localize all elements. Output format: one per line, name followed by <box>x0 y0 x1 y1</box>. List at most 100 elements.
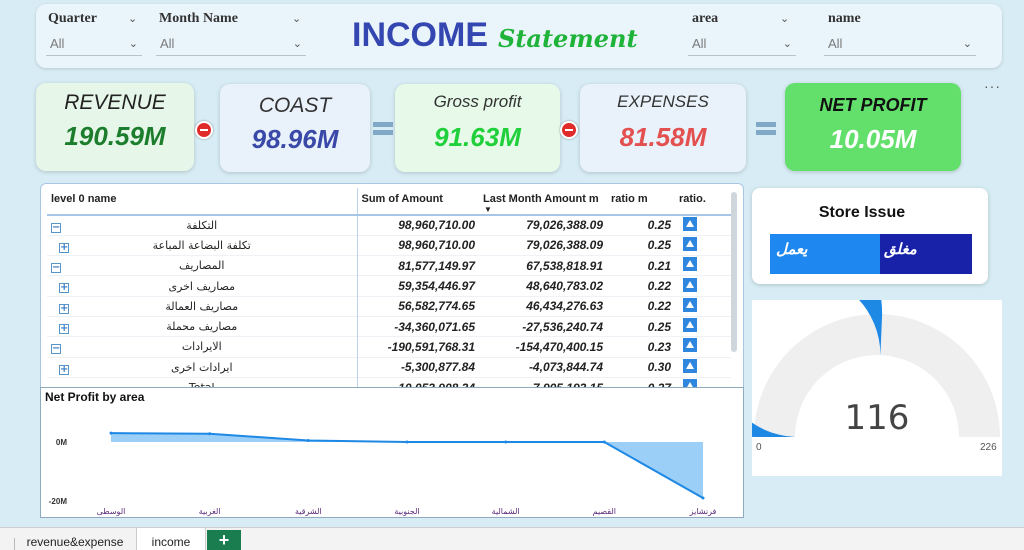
row-expander[interactable]: + <box>59 301 69 314</box>
up-arrow-icon <box>683 257 697 272</box>
coast-label: COAST <box>258 94 332 117</box>
name-filter-dropdown[interactable]: All ⌄ <box>824 34 976 56</box>
column-header[interactable]: ratio m <box>611 188 679 215</box>
table-row[interactable]: − التكلفة 98,960,710.00 79,026,388.09 0.… <box>47 214 731 236</box>
net-profit-card: NET PROFIT 10.05M <box>785 83 961 171</box>
row-name: المصاريف <box>179 259 225 273</box>
row-name: مصاريف العمالة <box>165 299 239 313</box>
name-filter-value: All <box>828 36 843 51</box>
sum-amount-cell: 81,577,149.97 <box>357 255 483 276</box>
quarter-filter-dropdown[interactable]: All ⌄ <box>46 34 142 56</box>
month-filter-label: Month Name <box>159 11 238 26</box>
table-row[interactable]: + ايرادات اخرى -5,300,877.84 -4,073,844.… <box>47 356 731 378</box>
ratio-indicator-cell <box>679 255 731 276</box>
row-name-cell: − الايرادات <box>47 336 358 358</box>
data-point[interactable] <box>405 440 409 444</box>
row-name-cell: + مصاريف محملة <box>47 315 358 337</box>
data-point[interactable] <box>109 431 113 435</box>
ratio-cell: 0.25 <box>611 315 679 337</box>
data-point[interactable] <box>306 439 310 443</box>
quarter-filter-label: Quarter <box>48 11 97 26</box>
data-point[interactable] <box>208 432 212 436</box>
row-expander[interactable]: − <box>51 341 61 355</box>
chevron-down-icon[interactable]: ⌄ <box>780 12 789 25</box>
table-row[interactable]: + مصاريف محملة -34,360,071.65 -27,536,24… <box>47 315 731 337</box>
y-tick-label: -20M <box>49 497 68 506</box>
equals-icon <box>373 122 393 136</box>
gross-profit-card: Gross profit 91.63M <box>395 84 560 172</box>
area-filter-dropdown[interactable]: All ⌄ <box>688 34 796 56</box>
page-title: INCOME <box>352 16 488 54</box>
month-filter-value: All <box>160 36 175 51</box>
data-point[interactable] <box>701 496 705 500</box>
row-name: التكلفة <box>186 218 218 232</box>
tab-income[interactable]: income <box>136 528 206 550</box>
last-month-cell: -4,073,844.74 <box>483 356 611 378</box>
column-header[interactable]: Sum of Amount <box>357 188 483 215</box>
coast-value: 98.96M <box>251 124 339 154</box>
expand-icon[interactable]: + <box>59 323 69 334</box>
row-name: الايرادات <box>181 340 222 354</box>
net-profit-area-chart: Net Profit by area 0M -20M الوسطى الغربية ال… <box>40 387 744 518</box>
tab-revenue-expense[interactable]: revenue&expense <box>20 528 130 550</box>
row-expander[interactable]: + <box>59 240 69 253</box>
row-name-cell: − المصاريف <box>47 255 358 276</box>
collapse-icon[interactable]: − <box>51 223 61 233</box>
table-scrollbar[interactable] <box>731 192 737 352</box>
row-name-cell: + تكلفة البضاعة المباعة <box>47 234 358 256</box>
y-tick-label: 0M <box>56 438 67 447</box>
expand-icon[interactable]: + <box>59 364 69 375</box>
expand-icon[interactable]: + <box>59 242 69 253</box>
sum-amount-cell: 56,582,774.65 <box>357 295 483 317</box>
expand-icon[interactable]: + <box>59 283 69 294</box>
row-expander[interactable]: − <box>51 260 61 274</box>
table-row[interactable]: − المصاريف 81,577,149.97 67,538,818.91 0… <box>47 255 731 276</box>
expenses-label: EXPENSES <box>617 92 709 111</box>
data-point[interactable] <box>602 440 606 444</box>
table-row[interactable]: + مصاريف العمالة 56,582,774.65 46,434,27… <box>47 295 731 317</box>
expand-icon[interactable]: + <box>59 303 69 314</box>
revenue-card: REVENUE 190.59M <box>36 83 194 171</box>
month-filter-dropdown[interactable]: All ⌄ <box>156 34 306 56</box>
chevron-down-icon[interactable]: ⌄ <box>292 12 301 25</box>
add-page-button[interactable]: + <box>207 530 241 550</box>
column-header[interactable]: Last Month Amount m ▼ <box>483 188 611 215</box>
last-month-cell: 48,640,783.02 <box>483 275 611 297</box>
chevron-down-icon: ⌄ <box>128 38 138 50</box>
more-options-icon[interactable]: ··· <box>984 78 1001 94</box>
sum-amount-cell: -34,360,071.65 <box>357 315 483 337</box>
ratio-indicator-cell <box>679 356 731 378</box>
table-row[interactable]: + مصاريف اخرى 59,354,446.97 48,640,783.0… <box>47 275 731 297</box>
row-expander[interactable]: − <box>51 220 61 233</box>
chevron-down-icon[interactable]: ⌄ <box>128 12 137 25</box>
up-arrow-icon <box>683 338 697 353</box>
working-segment[interactable]: يعمل <box>770 234 880 274</box>
column-header[interactable]: level 0 name <box>47 188 358 215</box>
data-point[interactable] <box>504 440 508 444</box>
row-expander[interactable]: + <box>59 321 69 334</box>
area-filter-value: All <box>692 36 707 51</box>
table-row[interactable]: + تكلفة البضاعة المباعة 98,960,710.00 79… <box>47 234 731 256</box>
collapse-icon[interactable]: − <box>51 344 61 355</box>
row-expander[interactable]: + <box>59 280 69 294</box>
matrix-table: level 0 name Sum of Amount Last Month Am… <box>47 188 731 398</box>
gauge-value: 116 <box>844 398 910 438</box>
x-tick-label: الغربية <box>199 507 221 516</box>
last-month-cell: 46,434,276.63 <box>483 295 611 317</box>
sum-amount-cell: -190,591,768.31 <box>357 336 483 358</box>
chevron-down-icon: ⌄ <box>962 38 972 50</box>
ratio-cell: 0.23 <box>611 336 679 358</box>
row-expander[interactable]: + <box>59 362 69 375</box>
sum-amount-cell: 98,960,710.00 <box>357 234 483 256</box>
closed-segment[interactable]: مغلق <box>880 234 972 274</box>
ratio-cell: 0.25 <box>611 214 679 236</box>
ratio-cell: 0.22 <box>611 275 679 297</box>
minus-icon <box>195 121 213 139</box>
gauge-max: 226 <box>980 442 997 453</box>
page-subtitle: Statement <box>498 24 638 53</box>
gauge-min: 0 <box>756 442 762 453</box>
column-header[interactable]: ratio. <box>679 188 731 215</box>
last-month-cell: -154,470,400.15 <box>483 336 611 358</box>
table-row[interactable]: − الايرادات -190,591,768.31 -154,470,400… <box>47 336 731 358</box>
collapse-icon[interactable]: − <box>51 263 61 274</box>
